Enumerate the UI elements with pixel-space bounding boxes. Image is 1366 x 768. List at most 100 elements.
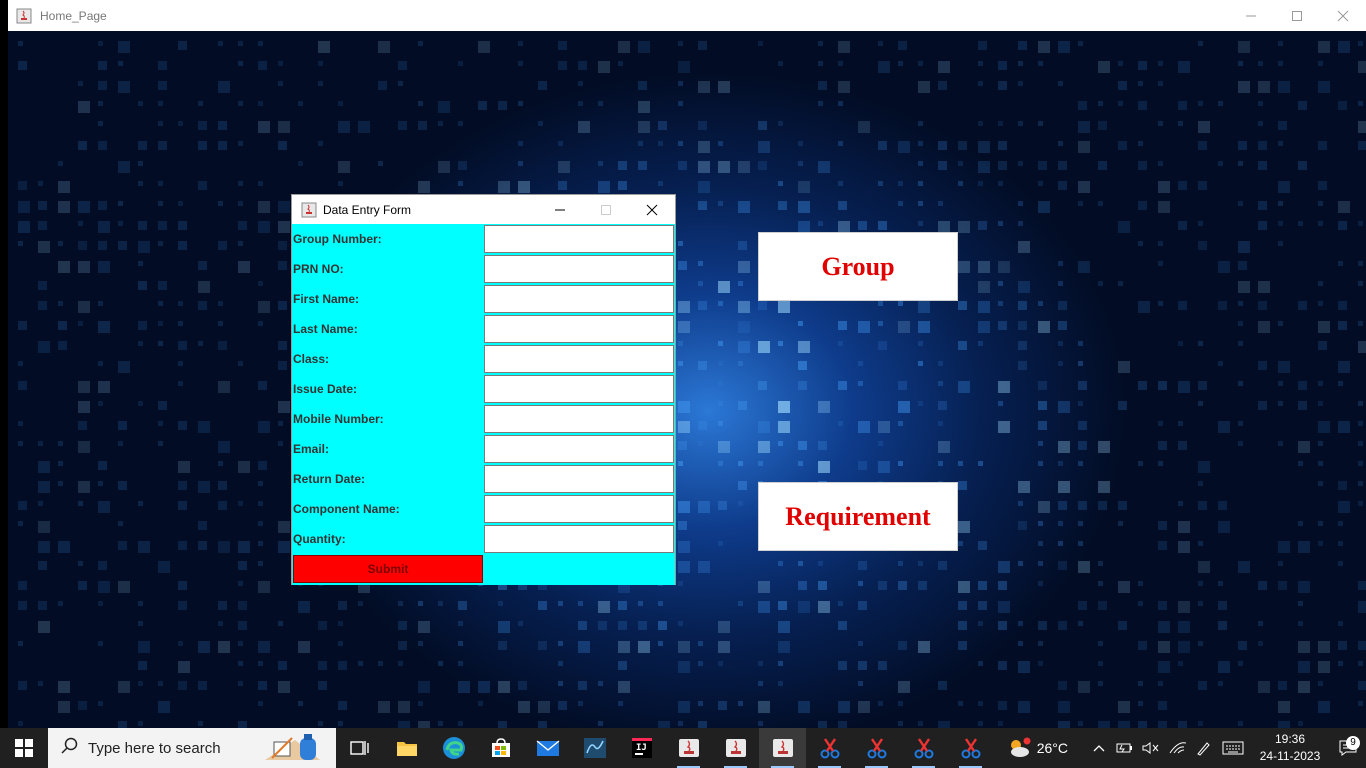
close-button[interactable] bbox=[1320, 0, 1366, 31]
form-title: Data Entry Form bbox=[323, 202, 412, 217]
notification-center-button[interactable]: 9 bbox=[1330, 736, 1366, 756]
form-minimize-button[interactable] bbox=[537, 195, 583, 224]
start-button[interactable] bbox=[0, 728, 48, 768]
email-input[interactable] bbox=[484, 435, 674, 463]
keyboard-icon bbox=[1222, 741, 1244, 755]
search-icon bbox=[60, 737, 78, 760]
form-row-mobile-number: Mobile Number: bbox=[292, 404, 675, 434]
component-name-input[interactable] bbox=[484, 495, 674, 523]
system-tray: 26°C 19:36 24-11-2023 9 bbox=[1007, 728, 1366, 768]
show-hidden-icons-button[interactable] bbox=[1086, 743, 1112, 753]
wifi-icon bbox=[1169, 742, 1186, 754]
first-name-input[interactable] bbox=[484, 285, 674, 313]
home-page-window: Home_Page bbox=[8, 0, 1366, 728]
taskbar-search-box[interactable]: Type here to search bbox=[48, 728, 336, 768]
intellij-button[interactable]: IJ bbox=[618, 728, 665, 768]
form-row-issue-date: Issue Date: bbox=[292, 374, 675, 404]
task-view-button[interactable] bbox=[336, 728, 383, 768]
volume-button[interactable] bbox=[1138, 741, 1164, 755]
java-app-icon bbox=[16, 8, 32, 24]
snipping-tool-icon bbox=[914, 738, 933, 759]
quantity-label: Quantity: bbox=[293, 532, 346, 546]
class-input[interactable] bbox=[484, 345, 674, 373]
form-row-return-date: Return Date: bbox=[292, 464, 675, 494]
snipping-tool-button-2[interactable] bbox=[853, 728, 900, 768]
keyboard-button[interactable] bbox=[1216, 741, 1250, 755]
issue-date-input[interactable] bbox=[484, 375, 674, 403]
clock-time: 19:36 bbox=[1274, 732, 1306, 746]
return-date-label: Return Date: bbox=[293, 472, 366, 486]
java-icon bbox=[772, 739, 793, 757]
digital-dots-pattern bbox=[18, 41, 1366, 728]
chevron-up-icon bbox=[1093, 745, 1105, 752]
requirement-button[interactable]: Requirement bbox=[758, 482, 958, 551]
java-app-button-1[interactable] bbox=[665, 728, 712, 768]
form-titlebar[interactable]: Data Entry Form bbox=[292, 195, 675, 224]
mail-icon bbox=[536, 740, 559, 756]
java-app-button-3[interactable] bbox=[759, 728, 806, 768]
windows-icon bbox=[15, 739, 33, 757]
group-number-label: Group Number: bbox=[293, 232, 382, 246]
edge-icon bbox=[442, 737, 465, 759]
weather-icon bbox=[1010, 737, 1031, 757]
main-titlebar[interactable]: Home_Page bbox=[8, 0, 1366, 31]
pen-button[interactable] bbox=[1190, 740, 1216, 756]
mail-button[interactable] bbox=[524, 728, 571, 768]
form-close-button[interactable] bbox=[629, 195, 675, 224]
form-row-first-name: First Name: bbox=[292, 284, 675, 314]
snipping-tool-icon bbox=[961, 738, 980, 759]
task-view-icon bbox=[349, 741, 369, 755]
last-name-label: Last Name: bbox=[293, 322, 358, 336]
submit-button[interactable]: Submit bbox=[293, 555, 483, 583]
snipping-tool-button-4[interactable] bbox=[947, 728, 994, 768]
mobile-number-input[interactable] bbox=[484, 405, 674, 433]
edge-button[interactable] bbox=[430, 728, 477, 768]
volume-muted-icon bbox=[1142, 742, 1159, 754]
mysql-workbench-button[interactable] bbox=[571, 728, 618, 768]
form-row-email: Email: bbox=[292, 434, 675, 464]
prn-input[interactable] bbox=[484, 255, 674, 283]
snipping-tool-icon bbox=[867, 738, 886, 759]
mysql-workbench-icon bbox=[583, 738, 606, 758]
email-label: Email: bbox=[293, 442, 330, 456]
weather-temperature: 26°C bbox=[1036, 740, 1068, 756]
java-app-icon bbox=[301, 202, 317, 218]
minimize-button[interactable] bbox=[1228, 0, 1274, 31]
java-app-button-2[interactable] bbox=[712, 728, 759, 768]
network-button[interactable] bbox=[1164, 741, 1190, 755]
form-row-last-name: Last Name: bbox=[292, 314, 675, 344]
snipping-tool-button-1[interactable] bbox=[806, 728, 853, 768]
form-body: Group Number: PRN NO: First Name: Last N… bbox=[292, 224, 675, 585]
quantity-input[interactable] bbox=[484, 525, 674, 553]
form-row-class: Class: bbox=[292, 344, 675, 374]
store-icon bbox=[491, 738, 510, 757]
search-highlight-icon bbox=[260, 732, 330, 768]
last-name-input[interactable] bbox=[484, 315, 674, 343]
battery-button[interactable] bbox=[1112, 742, 1138, 754]
form-maximize-button[interactable] bbox=[583, 195, 629, 224]
group-number-input[interactable] bbox=[484, 225, 674, 253]
snipping-tool-button-3[interactable] bbox=[900, 728, 947, 768]
issue-date-label: Issue Date: bbox=[293, 382, 358, 396]
battery-icon bbox=[1116, 743, 1132, 753]
form-row-prn: PRN NO: bbox=[292, 254, 675, 284]
group-button[interactable]: Group bbox=[758, 232, 958, 301]
component-name-label: Component Name: bbox=[293, 502, 400, 516]
clock-date: 24-11-2023 bbox=[1259, 749, 1321, 763]
java-icon bbox=[725, 739, 746, 757]
form-row-group-number: Group Number: bbox=[292, 224, 675, 254]
main-window-title: Home_Page bbox=[40, 8, 107, 23]
data-entry-form-window: Data Entry Form Group Number: PRN NO: Fi… bbox=[291, 194, 676, 585]
file-explorer-button[interactable] bbox=[383, 728, 430, 768]
maximize-button[interactable] bbox=[1274, 0, 1320, 31]
taskbar: Type here to search IJ 26°C 19:36 24-11-… bbox=[0, 728, 1366, 768]
return-date-input[interactable] bbox=[484, 465, 674, 493]
form-row-quantity: Quantity: bbox=[292, 524, 675, 554]
background-image bbox=[8, 31, 1366, 728]
intellij-icon: IJ bbox=[631, 738, 652, 758]
snipping-tool-icon bbox=[820, 738, 839, 759]
clock[interactable]: 19:36 24-11-2023 bbox=[1250, 731, 1330, 765]
search-placeholder: Type here to search bbox=[88, 739, 221, 757]
store-button[interactable] bbox=[477, 728, 524, 768]
weather-widget[interactable]: 26°C bbox=[1007, 737, 1068, 759]
